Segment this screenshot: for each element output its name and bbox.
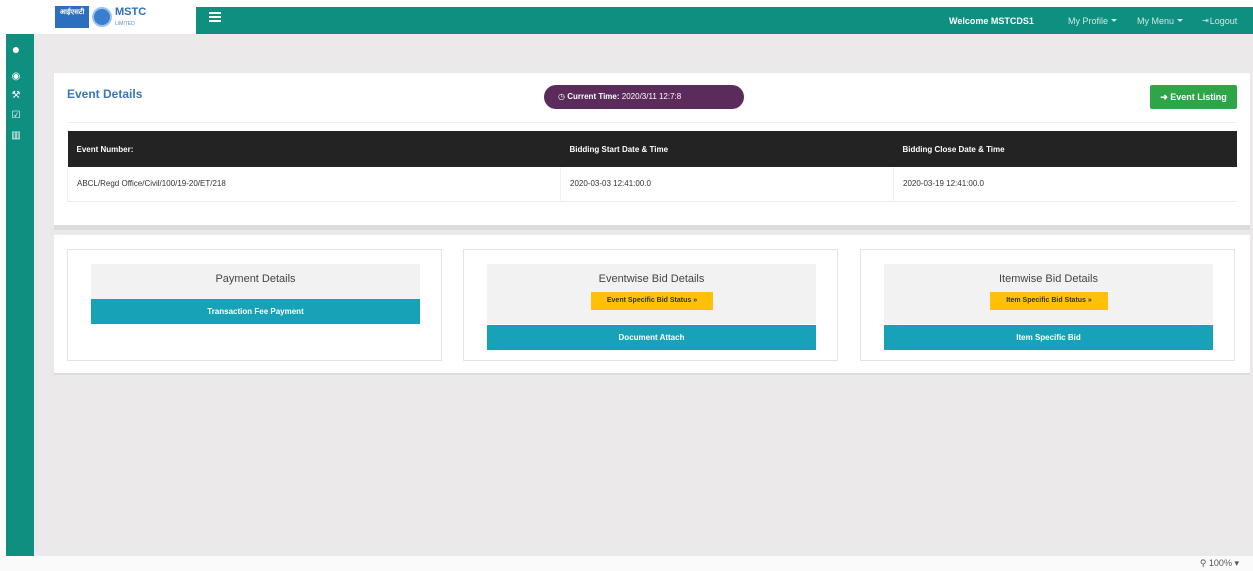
chevron-down-icon: ▾	[1234, 558, 1239, 568]
globe-icon	[92, 7, 112, 27]
col-bidding-start: Bidding Start Date & Time	[560, 131, 894, 167]
col-bidding-close: Bidding Close Date & Time	[893, 131, 1237, 167]
event-details-card: Event Details ◷ Current Time: 2020/3/11 …	[54, 73, 1250, 230]
document-attach-button[interactable]: Document Attach	[487, 325, 816, 350]
zoom-control[interactable]: ⚲ 100% ▾	[1200, 558, 1239, 569]
event-specific-bid-status-button[interactable]: Event Specific Bid Status »	[591, 292, 713, 310]
my-profile-label: My Profile	[1068, 15, 1109, 26]
event-listing-label: Event Listing	[1170, 92, 1227, 102]
chart-icon[interactable]: ▥	[9, 131, 23, 141]
logout-label: Logout	[1209, 15, 1238, 26]
my-menu-menu[interactable]: My Menu	[1137, 7, 1184, 34]
current-time-badge: ◷ Current Time: 2020/3/11 12:7:8	[544, 85, 744, 109]
event-details-title: Event Details	[67, 87, 143, 101]
caret-down-icon	[1111, 19, 1118, 22]
menu-toggle-icon[interactable]	[209, 11, 221, 23]
eventwise-bid-panel: Eventwise Bid Details Event Specific Bid…	[463, 249, 838, 361]
sidebar: ● ◉ ⚒ ☑ ▥	[0, 34, 34, 556]
table-row: ABCL/Regd Office/Civil/100/19-20/ET/218 …	[67, 167, 1237, 202]
itemwise-bid-panel: Itemwise Bid Details Item Specific Bid S…	[860, 249, 1235, 361]
my-menu-label: My Menu	[1137, 15, 1175, 26]
bidding-close-cell: 2020-03-19 12:41:00.0	[893, 167, 1237, 202]
logout-link[interactable]: ⇥ Logout	[1202, 7, 1237, 34]
status-bar: ⚲ 100% ▾	[0, 556, 1253, 571]
welcome-text: Welcome MSTCDS1	[949, 15, 1034, 26]
top-bar: आईएसटी MSTC LIMITED Welcome MSTCDS1 My P…	[0, 0, 1253, 34]
payment-details-panel: Payment Details Transaction Fee Payment	[67, 249, 442, 361]
event-number-cell: ABCL/Regd Office/Civil/100/19-20/ET/218	[67, 167, 561, 202]
magnifier-icon: ⚲	[1199, 558, 1207, 568]
payment-details-header: Payment Details	[91, 264, 420, 300]
bidding-start-cell: 2020-03-03 12:41:00.0	[560, 167, 894, 202]
bid-panels-card: Payment Details Transaction Fee Payment …	[54, 235, 1250, 375]
table-header-row: Event Number: Bidding Start Date & Time …	[67, 131, 1237, 167]
itemwise-bid-title: Itemwise Bid Details	[998, 273, 1099, 285]
eventwise-bid-header: Eventwise Bid Details Event Specific Bid…	[487, 264, 816, 324]
logo-left: आईएसटी	[55, 6, 89, 28]
itemwise-bid-header: Itemwise Bid Details Item Specific Bid S…	[884, 264, 1213, 324]
user-icon[interactable]: ●	[9, 42, 23, 56]
divider	[67, 122, 1237, 123]
caret-down-icon	[1177, 19, 1184, 22]
logo-right-text: MSTC	[115, 6, 147, 18]
logo-right: MSTC LIMITED	[115, 6, 167, 28]
dashboard-icon[interactable]: ◉	[9, 72, 23, 82]
event-listing-button[interactable]: ➜ Event Listing	[1150, 85, 1237, 109]
transaction-fee-payment-button[interactable]: Transaction Fee Payment	[91, 299, 420, 324]
zoom-level: 100%	[1208, 558, 1232, 568]
event-table: Event Number: Bidding Start Date & Time …	[67, 131, 1237, 202]
item-specific-bid-button[interactable]: Item Specific Bid	[884, 325, 1213, 350]
checklist-icon[interactable]: ☑	[9, 111, 23, 121]
arrow-circle-icon: ➜	[1160, 92, 1168, 102]
col-event-number: Event Number:	[67, 131, 561, 167]
sign-out-icon: ⇥	[1202, 16, 1209, 25]
my-profile-menu[interactable]: My Profile	[1068, 7, 1118, 34]
payment-details-title: Payment Details	[215, 273, 296, 285]
gavel-icon[interactable]: ⚒	[9, 91, 23, 101]
item-specific-bid-status-button[interactable]: Item Specific Bid Status »	[990, 292, 1108, 310]
logo: आईएसटी MSTC LIMITED	[55, 3, 173, 31]
clock-icon: ◷	[558, 92, 565, 101]
eventwise-bid-title: Eventwise Bid Details	[598, 273, 705, 285]
logo-right-sub: LIMITED	[115, 21, 135, 27]
current-time-value: 2020/3/11 12:7:8	[621, 92, 682, 101]
current-time-label: Current Time:	[567, 92, 620, 101]
